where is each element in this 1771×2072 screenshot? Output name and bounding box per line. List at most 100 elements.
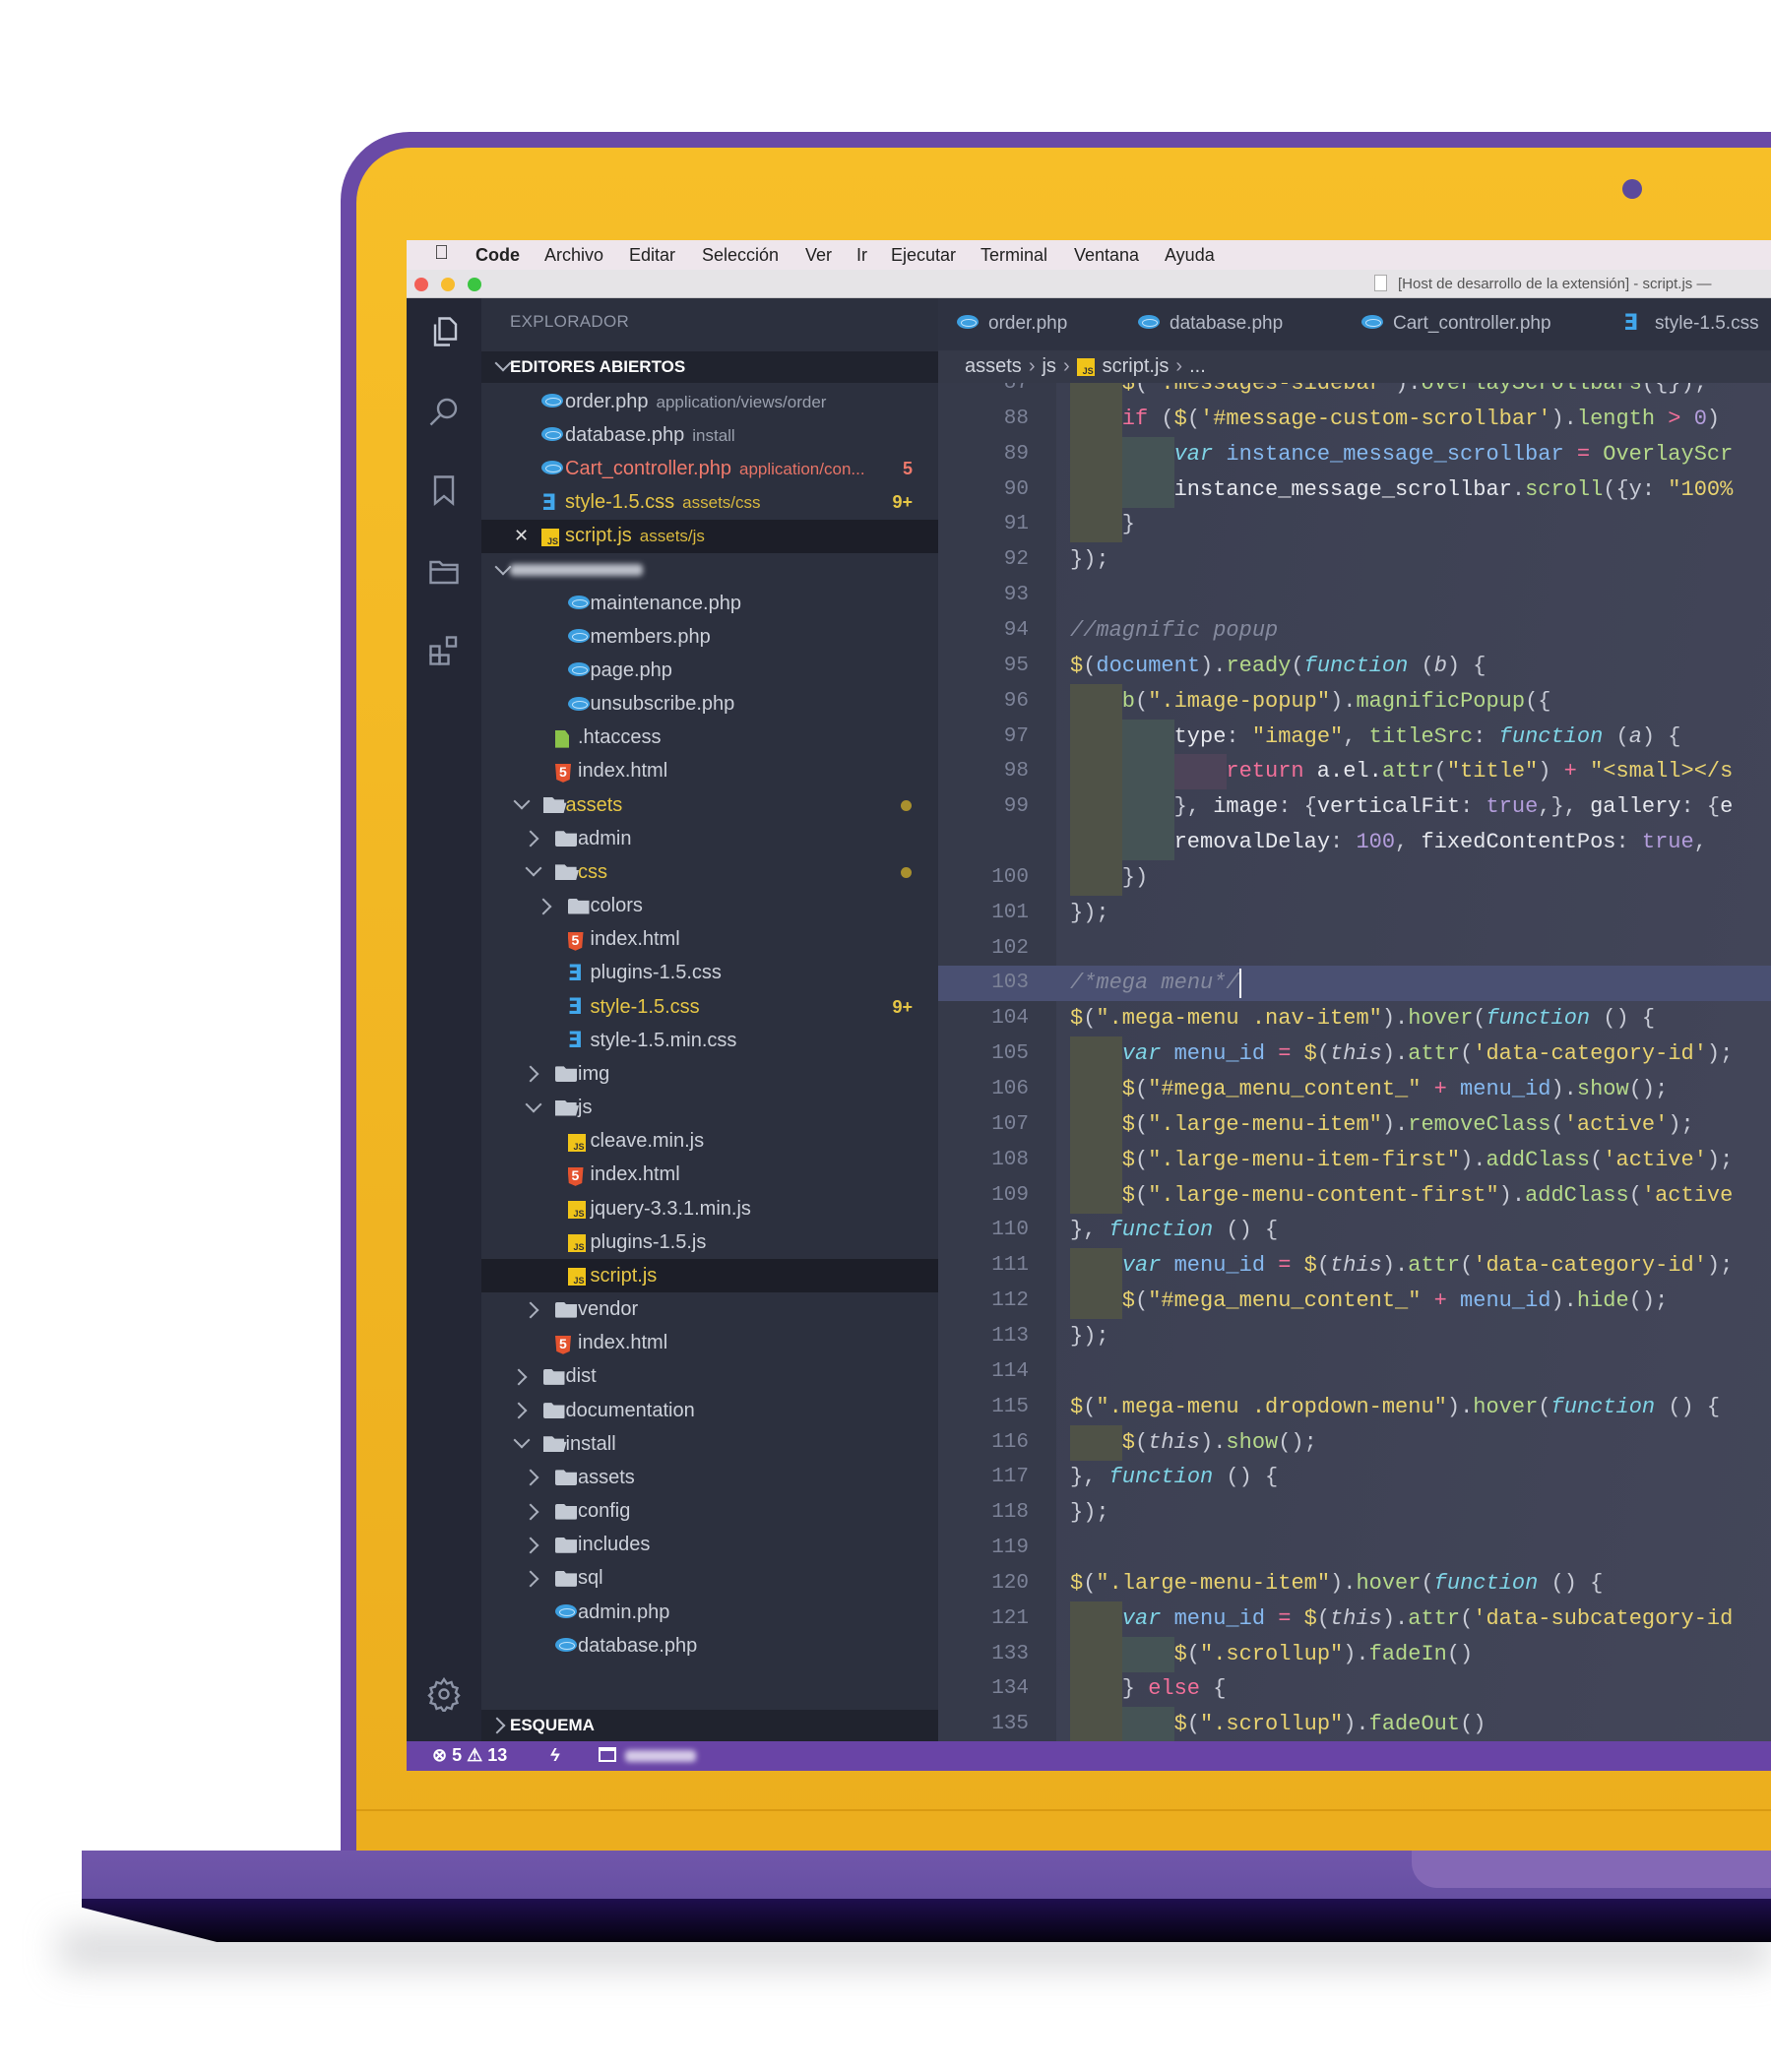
close-icon[interactable]: ✕ — [514, 526, 529, 546]
tree-file[interactable]: database.php — [481, 1629, 938, 1663]
search-icon[interactable] — [426, 394, 462, 429]
html-file-icon — [567, 1166, 584, 1186]
code-token: return — [1226, 759, 1304, 785]
explorer-icon[interactable] — [426, 314, 462, 349]
code-token: $ — [1121, 1147, 1135, 1172]
js-file-icon — [567, 1234, 586, 1253]
tree-file[interactable]: admin.php — [481, 1596, 938, 1629]
open-editor-item[interactable]: order.php application/views/order — [481, 385, 938, 418]
tree-file[interactable]: .htaccess — [481, 722, 938, 755]
menu-ir[interactable]: Ir — [856, 245, 867, 266]
code-area[interactable]: 87 $(".messages-sidebar").overlayScrollba… — [938, 383, 1771, 1741]
breadcrumb-more[interactable]: ... — [1189, 355, 1206, 378]
code-token: ".scrollup" — [1200, 1712, 1344, 1737]
menu-terminal[interactable]: Terminal — [980, 245, 1047, 266]
tree-file[interactable]: maintenance.php — [481, 587, 938, 620]
tree-folder[interactable]: includes — [481, 1529, 938, 1562]
open-editors-header[interactable]: EDITORES ABIERTOS — [481, 351, 938, 383]
code-token: titleSrc — [1368, 723, 1474, 749]
breadcrumb-assets[interactable]: assets — [965, 355, 1022, 378]
tree-folder[interactable]: js — [481, 1092, 938, 1125]
menu-ejecutar[interactable]: Ejecutar — [891, 245, 956, 266]
tree-file[interactable]: Ǝplugins-1.5.css — [481, 957, 938, 990]
tree-folder[interactable]: sql — [481, 1562, 938, 1596]
breadcrumb-js[interactable]: js — [1042, 355, 1055, 378]
tree-folder[interactable]: dist — [481, 1360, 938, 1394]
menu-editar[interactable]: Editar — [629, 245, 675, 266]
code-token: ( — [1628, 1182, 1642, 1208]
file-name: order.php — [565, 390, 649, 412]
tree-folder[interactable]: css — [481, 855, 938, 889]
zoom-window-button[interactable] — [468, 278, 481, 291]
code-token: ( — [1186, 406, 1201, 431]
editor-tab[interactable]: Ǝstyle-1.5.css — [1623, 313, 1759, 335]
editor-tab[interactable]: order.php — [957, 313, 1067, 335]
tree-file[interactable]: unsubscribe.php — [481, 688, 938, 722]
code-token: a — [1628, 723, 1642, 749]
indent-guide — [1070, 1142, 1122, 1178]
code-token: }) — [1121, 864, 1149, 890]
tree-folder[interactable]: admin — [481, 822, 938, 855]
tree-file[interactable]: page.php — [481, 654, 938, 687]
tree-file[interactable]: index.html — [481, 1327, 938, 1360]
outline-header[interactable]: ESQUEMA — [481, 1710, 938, 1741]
minimize-window-button[interactable] — [441, 278, 455, 291]
tree-folder[interactable]: vendor — [481, 1293, 938, 1327]
tree-file[interactable]: index.html — [481, 923, 938, 957]
workspace-root-folder[interactable] — [481, 553, 938, 587]
code-text: $(".large-menu-item-first").addClass('ac… — [1122, 1143, 1734, 1178]
tree-file[interactable]: jquery-3.3.1.min.js — [481, 1192, 938, 1225]
open-editor-item[interactable]: Cart_controller.php application/con... 5 — [481, 452, 938, 485]
gear-icon[interactable] — [426, 1676, 462, 1712]
code-token: ({y: — [1603, 476, 1669, 502]
tree-file[interactable]: members.php — [481, 620, 938, 654]
bookmark-icon[interactable] — [426, 472, 462, 508]
tree-folder[interactable]: colors — [481, 890, 938, 923]
tree-folder[interactable]: img — [481, 1057, 938, 1091]
folder-icon — [542, 1368, 565, 1385]
tree-file[interactable]: index.html — [481, 1159, 938, 1192]
editor-tab[interactable]: database.php — [1138, 313, 1283, 335]
open-editor-item[interactable]: Ǝstyle-1.5.css assets/css 9+ — [481, 486, 938, 520]
tree-file[interactable]: Ǝstyle-1.5.css 9+ — [481, 990, 938, 1024]
close-window-button[interactable] — [414, 278, 428, 291]
code-token: $ — [1070, 1570, 1084, 1596]
code-text: }, image: {verticalFit: true,}, gallery:… — [1174, 789, 1734, 825]
menu-seleccion[interactable]: Selección — [702, 245, 779, 266]
code-text: var menu_id = $(this).attr('data-categor… — [1122, 1248, 1734, 1284]
folder-icon[interactable] — [426, 553, 462, 589]
menu-code[interactable]: Code — [475, 245, 520, 266]
tree-file[interactable]: plugins-1.5.js — [481, 1225, 938, 1259]
tree-file[interactable]: cleave.min.js — [481, 1125, 938, 1159]
breadcrumb-file[interactable]: script.js — [1103, 355, 1170, 378]
tree-file[interactable]: index.html — [481, 755, 938, 788]
screen:  Code Archivo Editar Selección Ver Ir E… — [407, 240, 1771, 1771]
menu-ayuda[interactable]: Ayuda — [1165, 245, 1215, 266]
tree-folder[interactable]: install — [481, 1427, 938, 1461]
code-text: type: "image", titleSrc: function (a) { — [1174, 720, 1681, 755]
tree-folder[interactable]: assets — [481, 788, 938, 822]
extensions-icon[interactable] — [426, 633, 462, 668]
tree-folder[interactable]: config — [481, 1495, 938, 1529]
open-editor-item[interactable]: ✕ script.js assets/js — [481, 519, 938, 553]
lightning-icon[interactable]: ϟ — [550, 1745, 560, 1766]
menu-ver[interactable]: Ver — [805, 245, 832, 266]
code-text: }); — [1070, 542, 1109, 578]
editor-tab[interactable]: Cart_controller.php — [1361, 313, 1551, 335]
tree-folder[interactable]: assets — [481, 1461, 938, 1494]
css-file-icon: Ǝ — [567, 995, 583, 1021]
indent-guide — [1070, 507, 1122, 543]
menu-ventana[interactable]: Ventana — [1074, 245, 1139, 266]
open-editor-item[interactable]: database.php install — [481, 418, 938, 452]
folder-icon[interactable] — [599, 1747, 616, 1762]
indent-guide — [1070, 825, 1122, 861]
problems-indicator[interactable]: ⊗ 5 ⚠ 13 — [432, 1745, 507, 1766]
tree-file[interactable]: Ǝstyle-1.5.min.css — [481, 1024, 938, 1057]
code-token: ".large-menu-item-first" — [1148, 1147, 1461, 1172]
tree-folder[interactable]: documentation — [481, 1394, 938, 1427]
code-line: 113}); — [938, 1319, 1771, 1354]
apple-icon[interactable]:  — [434, 242, 449, 265]
code-token: } — [1121, 1676, 1149, 1702]
menu-archivo[interactable]: Archivo — [544, 245, 603, 266]
tree-file[interactable]: script.js — [481, 1259, 938, 1293]
